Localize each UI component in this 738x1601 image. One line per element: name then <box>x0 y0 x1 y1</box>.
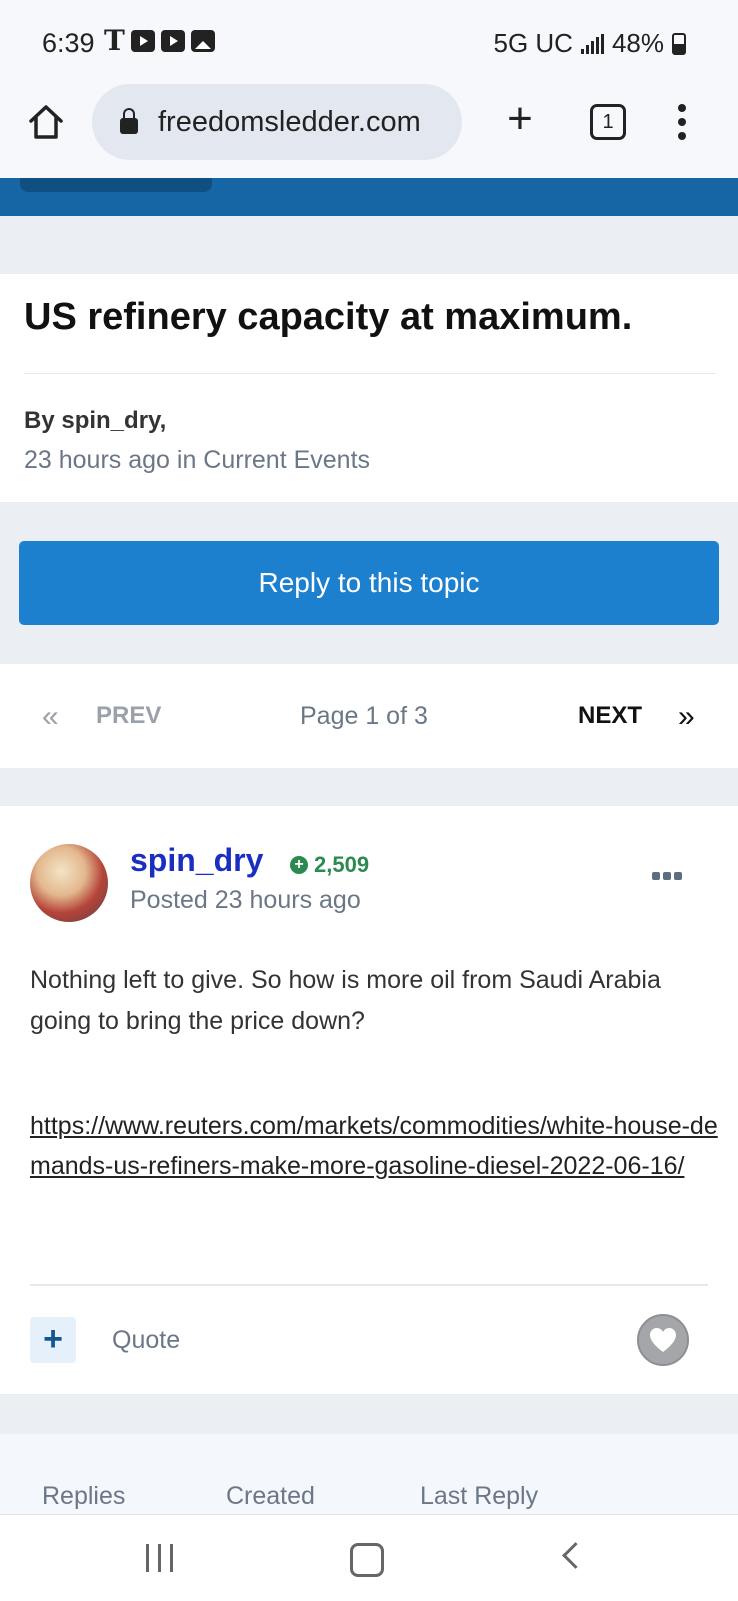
plus-circle-icon: + <box>290 856 308 874</box>
recents-icon[interactable] <box>146 1544 173 1572</box>
home-nav-icon[interactable] <box>350 1543 384 1577</box>
replies-label: Replies <box>42 1482 126 1510</box>
page-title: US refinery capacity at maximum. <box>24 296 633 338</box>
post-body: Nothing left to give. So how is more oil… <box>30 966 661 1035</box>
network-label: 5G UC <box>493 28 573 58</box>
reputation-badge: + 2,509 <box>290 852 369 878</box>
site-header-tab[interactable] <box>20 178 212 192</box>
multiquote-button[interactable]: + <box>30 1317 76 1363</box>
next-chevron-icon[interactable]: » <box>678 700 695 734</box>
page-indicator[interactable]: Page 1 of 3 <box>300 702 428 731</box>
prev-page-link[interactable]: PREV <box>96 702 161 730</box>
prev-chevron-icon[interactable]: « <box>42 700 59 734</box>
reputation-value: 2,509 <box>314 852 370 877</box>
lock-icon <box>120 108 138 134</box>
gallery-icon <box>190 30 215 52</box>
like-button[interactable] <box>637 1314 689 1366</box>
post-link[interactable]: https://www.reuters.com/markets/commodit… <box>30 1106 720 1186</box>
site-header <box>0 178 738 216</box>
home-icon[interactable] <box>26 102 66 142</box>
battery-percent: 48% <box>611 28 664 58</box>
url-text: freedomsledder.com <box>158 105 421 138</box>
quote-button[interactable]: Quote <box>112 1326 180 1355</box>
post-author[interactable]: spin_dry <box>130 842 263 879</box>
battery-icon <box>672 32 686 55</box>
heart-icon <box>650 1328 676 1352</box>
new-tab-icon[interactable]: + <box>500 97 540 141</box>
last-reply-label: Last Reply <box>420 1482 539 1510</box>
address-bar[interactable]: freedomsledder.com <box>92 84 462 160</box>
avatar[interactable] <box>30 844 108 922</box>
reply-to-topic-button[interactable]: Reply to this topic <box>19 541 719 625</box>
status-time: 6:39 <box>42 28 95 58</box>
youtube-icon <box>160 30 185 52</box>
browser-menu-icon[interactable] <box>678 104 686 140</box>
topic-meta: 23 hours ago in Current Events <box>24 446 371 474</box>
divider <box>24 373 716 374</box>
post-card <box>0 806 738 1394</box>
youtube-icon <box>130 30 155 52</box>
next-page-link[interactable]: NEXT <box>578 702 642 730</box>
topic-author[interactable]: By spin_dry, <box>24 407 166 435</box>
post-timestamp: Posted 23 hours ago <box>130 886 361 914</box>
tab-switcher-button[interactable]: 1 <box>590 104 626 140</box>
status-right: 5G UC 48% <box>493 28 686 59</box>
created-label: Created <box>226 1482 315 1510</box>
more-options-icon[interactable] <box>652 872 682 880</box>
tmobile-icon: T <box>104 24 125 57</box>
signal-icon <box>580 33 604 54</box>
divider <box>30 1284 708 1286</box>
status-notification-icons: T <box>104 24 215 57</box>
status-bar: 6:39 T 5G UC 48% <box>0 0 738 84</box>
